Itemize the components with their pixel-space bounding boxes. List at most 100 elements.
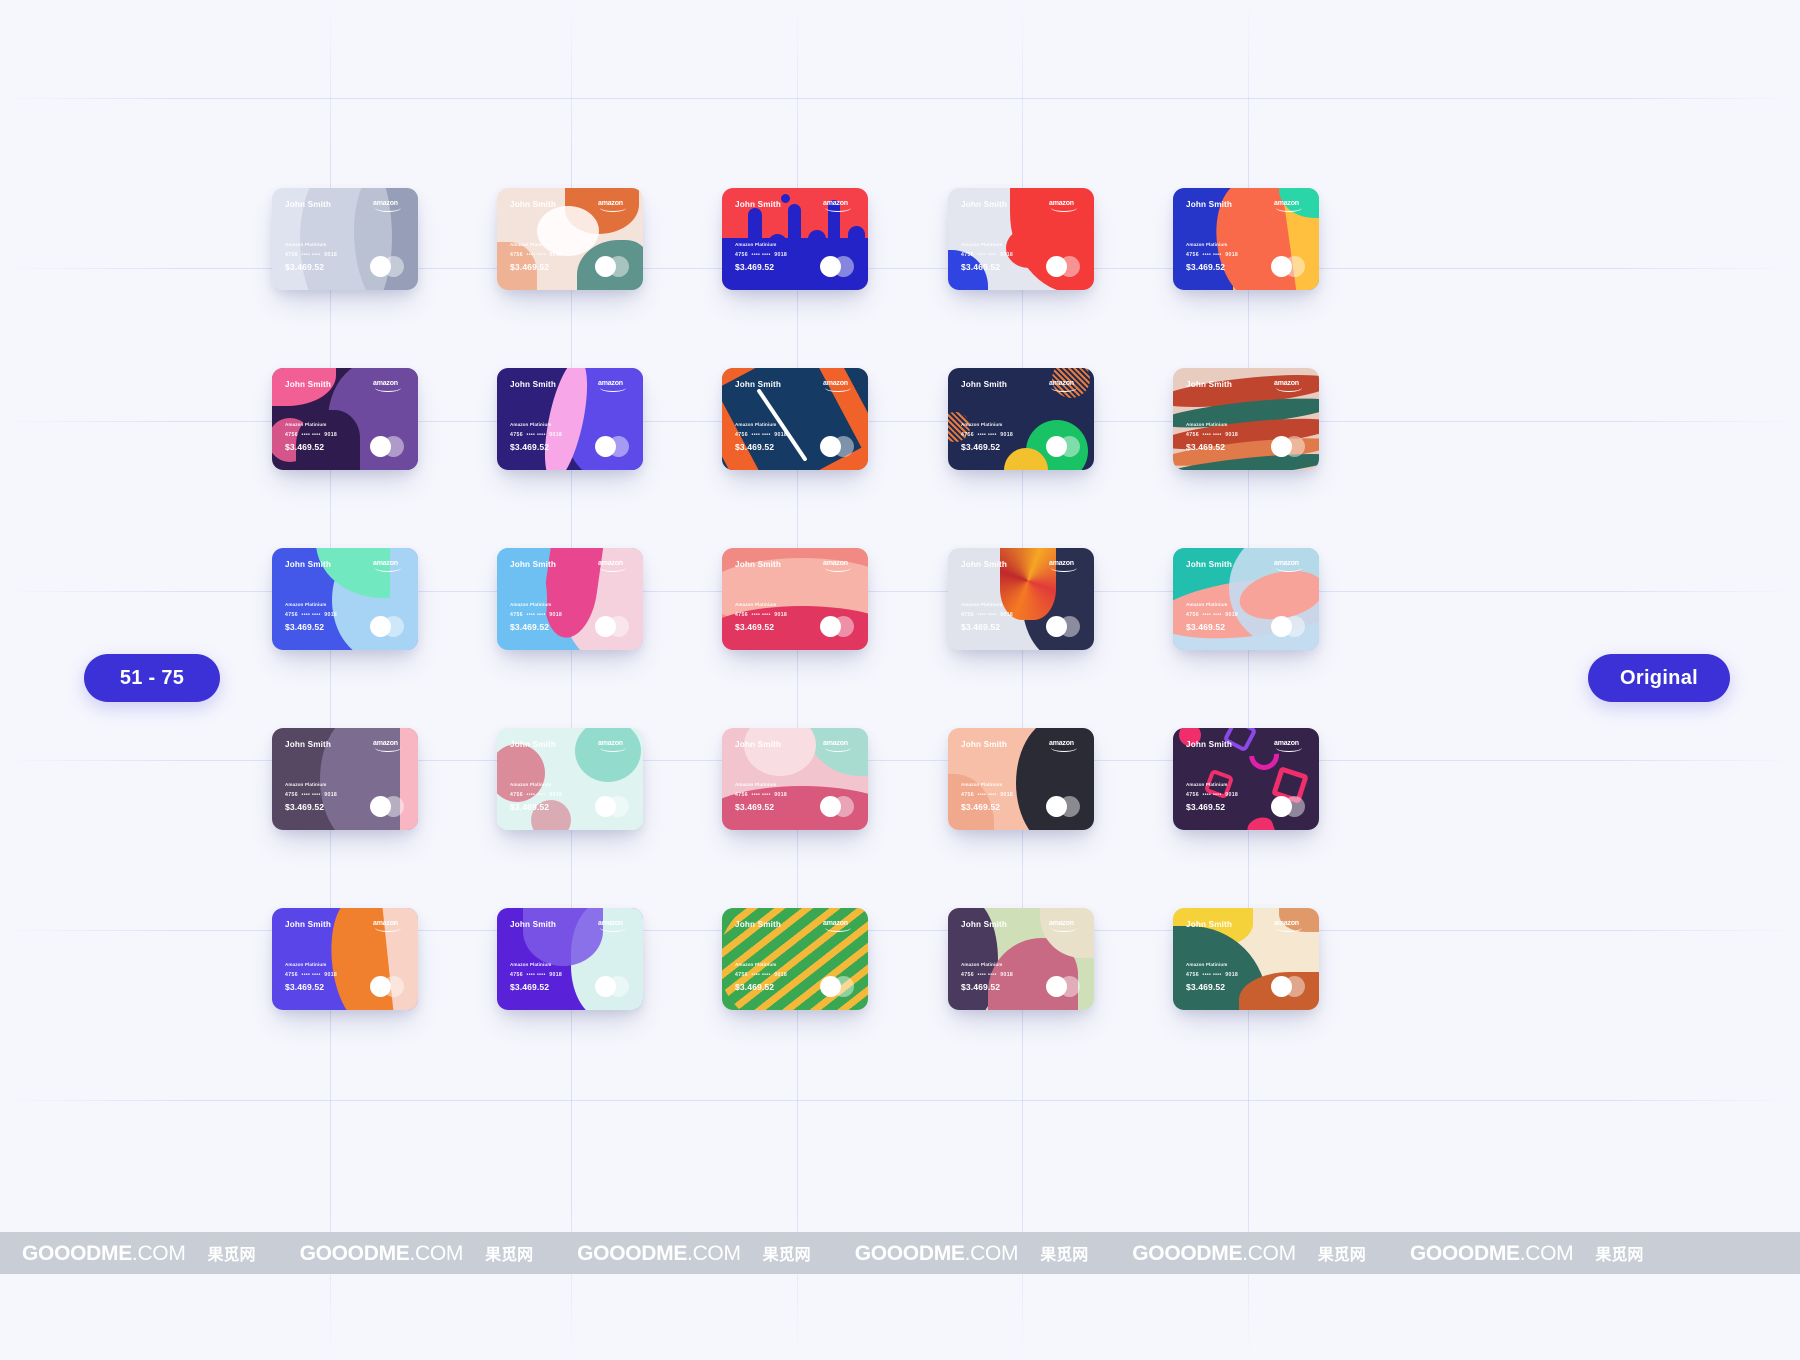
watermark-brand-bold: GOOODME — [577, 1241, 688, 1265]
card-tier: Amazon Platinium — [735, 962, 777, 967]
mastercard-circle-right — [383, 256, 404, 277]
card-tier: Amazon Platinium — [285, 422, 327, 427]
amazon-logo: amazon — [373, 560, 407, 573]
credit-card-teal-pink-hill[interactable]: John Smith amazon Amazon Platinium 4756 •••… — [1173, 548, 1319, 650]
credit-card-violet-orange-peach[interactable]: John Smith amazon Amazon Platinium 4756 •••… — [272, 908, 418, 1010]
watermark-unit: GOOODME .COM 果觅网 — [0, 1241, 278, 1266]
credit-card-navy-orange-slash[interactable]: John Smith amazon Amazon Platinium 4756 •••… — [722, 368, 868, 470]
card-tier: Amazon Platinium — [510, 422, 552, 427]
card-balance: $3.469.52 — [1186, 262, 1226, 272]
card-balance: $3.469.52 — [285, 442, 325, 452]
credit-card-indigo-pink-curve[interactable]: John Smith amazon Amazon Platinium 4756 •••… — [497, 368, 643, 470]
grid-line-horizontal — [0, 591, 1800, 592]
card-tier: Amazon Platinium — [961, 962, 1003, 967]
watermark-brand-cn: 果觅网 — [1595, 1246, 1644, 1264]
amazon-logo: amazon — [373, 200, 407, 213]
mastercard-circle-right — [608, 796, 629, 817]
card-balance: $3.469.52 — [285, 802, 325, 812]
credit-card-peach-charcoal-split[interactable]: John Smith amazon Amazon Platinium 4756 •••… — [948, 728, 1094, 830]
badge-range[interactable]: 51 - 75 — [84, 654, 220, 702]
card-number: 4756 •••• •••• 9018 — [961, 432, 1014, 438]
mastercard-circle-right — [1059, 616, 1080, 637]
watermark-brand-cn: 果觅网 — [207, 1246, 256, 1264]
credit-card-sky-magenta-curve[interactable]: John Smith amazon Amazon Platinium 4756 •••… — [497, 548, 643, 650]
amazon-wordmark: amazon — [1049, 200, 1074, 207]
card-tier: Amazon Platinium — [961, 782, 1003, 787]
card-tier: Amazon Platinium — [735, 602, 777, 607]
watermark-brand-bold: GOOODME — [22, 1241, 132, 1265]
card-tier: Amazon Platinium — [285, 782, 327, 787]
amazon-wordmark: amazon — [598, 380, 623, 387]
card-tier: Amazon Platinium — [735, 782, 777, 787]
amazon-logo: amazon — [598, 740, 632, 753]
amazon-wordmark: amazon — [373, 740, 398, 747]
watermark-unit: GOOODME .COM 果觅网 — [1388, 1241, 1666, 1266]
card-balance: $3.469.52 — [510, 802, 550, 812]
credit-card-coral-wave[interactable]: John Smith amazon Amazon Platinium 4756 •••… — [722, 548, 868, 650]
amazon-wordmark: amazon — [1274, 200, 1299, 207]
credit-card-grey-triangles-navy[interactable]: John Smith amazon Amazon Platinium 4756 •••… — [948, 548, 1094, 650]
mastercard-logo — [370, 616, 406, 637]
credit-card-navy-green-circles[interactable]: John Smith amazon Amazon Platinium 4756 •••… — [948, 368, 1094, 470]
card-content: John Smith amazon Amazon Platinium 4756 •••… — [497, 188, 643, 290]
amazon-logo: amazon — [1049, 740, 1083, 753]
credit-card-frosted-grey-wave[interactable]: John Smith amazon Amazon Platinium 4756 •••… — [272, 188, 418, 290]
amazon-wordmark: amazon — [598, 200, 623, 207]
grid-line-horizontal — [0, 760, 1800, 761]
card-number: 4756 •••• •••• 9018 — [510, 972, 563, 978]
card-content: John Smith amazon Amazon Platinium 4756 •••… — [948, 368, 1094, 470]
mastercard-circle-right — [1059, 796, 1080, 817]
badge-range-label: 51 - 75 — [119, 666, 185, 689]
credit-card-pink-mint-blob[interactable]: John Smith amazon Amazon Platinium 4756 •••… — [722, 728, 868, 830]
card-balance: $3.469.52 — [285, 622, 325, 632]
mastercard-logo — [1046, 616, 1082, 637]
card-content: John Smith amazon Amazon Platinium 4756 •••… — [722, 728, 868, 830]
card-number: 4756 •••• •••• 9018 — [285, 792, 338, 798]
credit-card-violet-ice-curve[interactable]: John Smith amazon Amazon Platinium 4756 •••… — [497, 908, 643, 1010]
amazon-logo: amazon — [373, 740, 407, 753]
credit-card-dark-memphis-shapes[interactable]: John Smith amazon Amazon Platinium 4756 •••… — [1173, 728, 1319, 830]
card-content: John Smith amazon Amazon Platinium 4756 •••… — [272, 728, 418, 830]
card-balance: $3.469.52 — [285, 262, 325, 272]
card-balance: $3.469.52 — [510, 442, 550, 452]
card-number: 4756 •••• •••• 9018 — [510, 252, 563, 258]
amazon-wordmark: amazon — [373, 920, 398, 927]
card-balance: $3.469.52 — [510, 982, 550, 992]
credit-card-plum-blush-curve[interactable]: John Smith amazon Amazon Platinium 4756 •••… — [272, 728, 418, 830]
mastercard-logo — [820, 256, 856, 277]
card-tier: Amazon Platinium — [510, 962, 552, 967]
card-content: John Smith amazon Amazon Platinium 4756 •••… — [722, 908, 868, 1010]
amazon-logo: amazon — [598, 560, 632, 573]
badge-original[interactable]: Original — [1588, 654, 1730, 702]
mastercard-circle-right — [1284, 796, 1305, 817]
credit-card-mint-rose-brush[interactable]: John Smith amazon Amazon Platinium 4756 •••… — [497, 728, 643, 830]
credit-card-blue-mint-leaf[interactable]: John Smith amazon Amazon Platinium 4756 •••… — [272, 548, 418, 650]
credit-card-green-yellow-stripes[interactable]: John Smith amazon Amazon Platinium 4756 •••… — [722, 908, 868, 1010]
badge-original-label: Original — [1620, 666, 1698, 689]
credit-card-blue-orange-mint[interactable]: John Smith amazon Amazon Platinium 4756 •••… — [1173, 188, 1319, 290]
credit-card-red-blue-drip[interactable]: John Smith amazon Amazon Platinium 4756 •••… — [722, 188, 868, 290]
credit-card-terracotta-layers[interactable]: John Smith amazon Amazon Platinium 4756 •••… — [1173, 368, 1319, 470]
card-balance: $3.469.52 — [961, 622, 1001, 632]
watermark-brand: GOOODME .COM — [855, 1242, 1019, 1266]
amazon-wordmark: amazon — [1049, 740, 1074, 747]
credit-card-peach-sage-blob[interactable]: John Smith amazon Amazon Platinium 4756 •••… — [497, 188, 643, 290]
credit-card-pink-purple-swirl[interactable]: John Smith amazon Amazon Platinium 4756 •••… — [272, 368, 418, 470]
credit-card-cream-teal-rust[interactable]: John Smith amazon Amazon Platinium 4756 •••… — [1173, 908, 1319, 1010]
mastercard-logo — [820, 436, 856, 457]
amazon-wordmark: amazon — [373, 200, 398, 207]
mastercard-logo — [1271, 976, 1307, 997]
card-balance: $3.469.52 — [1186, 982, 1226, 992]
amazon-logo: amazon — [598, 920, 632, 933]
credit-card-grey-red-puzzle[interactable]: John Smith amazon Amazon Platinium 4756 •••… — [948, 188, 1094, 290]
card-balance: $3.469.52 — [735, 442, 775, 452]
card-tier: Amazon Platinium — [1186, 242, 1228, 247]
mastercard-circle-right — [383, 976, 404, 997]
mastercard-circle-right — [833, 616, 854, 637]
credit-card-sage-rose-blocks[interactable]: John Smith amazon Amazon Platinium 4756 •••… — [948, 908, 1094, 1010]
amazon-logo: amazon — [1274, 740, 1308, 753]
watermark-brand-thin: .COM — [409, 1241, 464, 1265]
card-tier: Amazon Platinium — [510, 782, 552, 787]
amazon-logo: amazon — [1274, 380, 1308, 393]
mastercard-logo — [1046, 976, 1082, 997]
